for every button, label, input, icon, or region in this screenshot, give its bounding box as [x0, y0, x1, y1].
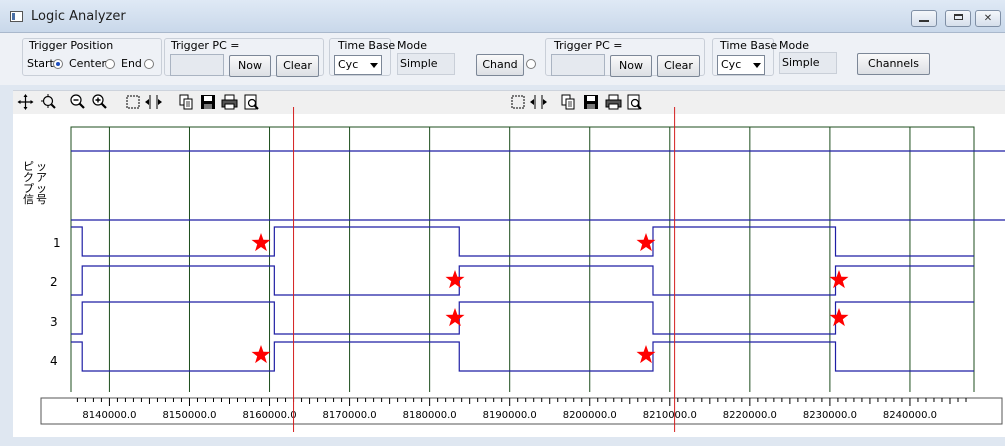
- channel-4-label: 4: [50, 354, 58, 368]
- now-button-left[interactable]: Now: [229, 55, 271, 77]
- copy-icon[interactable]: [177, 93, 196, 111]
- maximize-button[interactable]: [945, 10, 971, 27]
- time-base-value-right: Cyc: [721, 58, 742, 71]
- pickup-signal-a: [71, 150, 1005, 152]
- clear-button-right[interactable]: Clear: [657, 55, 700, 77]
- mode-label-right: Mode: [779, 39, 809, 52]
- mode-value-left: Simple: [397, 53, 455, 75]
- move-icon[interactable]: [16, 93, 35, 111]
- control-bar: Trigger Position Start Center End Trigge…: [0, 33, 1005, 85]
- channel-1-label: 1: [53, 236, 61, 250]
- traces: [71, 150, 1005, 372]
- clear-button-left[interactable]: Clear: [276, 55, 319, 77]
- pickup-signal-b: [71, 219, 1005, 221]
- window-title: Logic Analyzer: [31, 9, 126, 24]
- center-radio[interactable]: [105, 59, 115, 69]
- start-label: Start: [27, 57, 54, 70]
- trigger-pc-label-right: Trigger PC =: [554, 39, 623, 52]
- end-radio[interactable]: [144, 59, 154, 69]
- axis-tick-label: 8190000.0: [483, 410, 537, 421]
- axis-tick-label: 8170000.0: [323, 410, 377, 421]
- trigger-pc-group-right: Trigger PC = Now Clear: [545, 38, 705, 77]
- axis-tick-label: 8240000.0: [883, 410, 937, 421]
- app-icon: [10, 11, 23, 22]
- chand-radio[interactable]: [526, 59, 536, 69]
- marker-star: [251, 345, 271, 364]
- time-base-label-left: Time Base: [338, 39, 396, 52]
- time-base-select-right[interactable]: Cyc: [717, 55, 765, 75]
- chevron-down-icon: [753, 63, 761, 68]
- zoom-in-icon[interactable]: [90, 93, 109, 111]
- title-bar: Logic Analyzer ✕: [0, 0, 1005, 33]
- marker-star: [445, 308, 465, 327]
- axis-tick-label: 8200000.0: [563, 410, 617, 421]
- axis-tick-label: 8180000.0: [403, 410, 457, 421]
- channel-3-label: 3: [50, 315, 58, 329]
- chevron-down-icon: [370, 63, 378, 68]
- channel-4-trace: [71, 341, 974, 372]
- chand-button[interactable]: Chand: [476, 54, 524, 76]
- axis-tick-label: 8220000.0: [723, 410, 777, 421]
- time-axis: 8140000.0 8150000.0 8160000.0 8170000.0 8180…: [13, 392, 1005, 437]
- marker-star: [445, 270, 465, 289]
- expand-icon[interactable]: [529, 93, 548, 111]
- start-radio[interactable]: [53, 59, 63, 69]
- axis-tick-label: 8160000.0: [242, 410, 296, 421]
- save-icon[interactable]: [199, 93, 218, 111]
- pickup-signal-label: ピック アップ信号: [23, 160, 47, 206]
- center-label: Center: [69, 57, 107, 70]
- select-icon[interactable]: [124, 93, 143, 111]
- time-base-select-left[interactable]: Cyc: [334, 55, 382, 75]
- axis-tick-label: 8150000.0: [162, 410, 216, 421]
- time-base-group-left: Time Base Cyc: [329, 38, 395, 76]
- save-icon[interactable]: [582, 93, 601, 111]
- channel-2-label: 2: [50, 275, 58, 289]
- now-button-right[interactable]: Now: [610, 55, 652, 77]
- toolbar: [13, 90, 1005, 114]
- axis-tick-label: 8230000.0: [803, 410, 857, 421]
- trigger-pc-field-right[interactable]: [551, 54, 605, 76]
- waveform-svg: ピック アップ信号 1 2 3 4: [23, 126, 1005, 392]
- maximize-icon: [953, 14, 963, 20]
- expand-icon[interactable]: [144, 93, 163, 111]
- marker-star: [829, 308, 849, 327]
- time-base-value-left: Cyc: [338, 58, 359, 71]
- mode-value-right: Simple: [779, 52, 837, 74]
- pickup-signal-label-text: ピック アップ信号: [23, 160, 47, 206]
- axis-tick-label: 8210000.0: [643, 410, 697, 421]
- status-bar: [0, 437, 1005, 446]
- print-icon[interactable]: [604, 93, 623, 111]
- axis-tick-label: 8140000.0: [82, 410, 136, 421]
- copy-icon[interactable]: [559, 93, 578, 111]
- print-preview-icon[interactable]: [242, 93, 261, 111]
- time-base-group-right: Time Base Cyc: [712, 38, 778, 76]
- channel-1-trace: [71, 226, 974, 257]
- trigger-position-label: Trigger Position: [29, 39, 114, 52]
- zoom-out-icon[interactable]: [68, 93, 87, 111]
- close-icon: ✕: [983, 13, 993, 24]
- trigger-pc-field-left[interactable]: [170, 54, 224, 76]
- minimize-button[interactable]: [911, 10, 937, 27]
- trigger-pc-label-left: Trigger PC =: [171, 39, 240, 52]
- trigger-position-group: Trigger Position Start Center End: [22, 38, 162, 76]
- waveform-area[interactable]: ピック アップ信号 1 2 3 4: [13, 114, 1005, 392]
- trigger-pc-group-left: Trigger PC = Now Clear: [164, 38, 324, 77]
- channels-button[interactable]: Channels: [857, 53, 930, 75]
- grid: [70, 126, 975, 392]
- print-preview-icon[interactable]: [625, 93, 644, 111]
- mode-label-left: Mode: [397, 39, 427, 52]
- zoom-fit-icon[interactable]: [39, 93, 58, 111]
- print-icon[interactable]: [220, 93, 239, 111]
- minimize-icon: [919, 20, 929, 22]
- select-icon[interactable]: [509, 93, 528, 111]
- time-base-label-right: Time Base: [720, 39, 778, 52]
- time-axis-svg: 8140000.0 8150000.0 8160000.0 8170000.0 8180…: [40, 397, 1003, 425]
- markers: [251, 233, 849, 364]
- close-button[interactable]: ✕: [975, 10, 1001, 27]
- marker-star: [251, 233, 271, 252]
- marker-star: [829, 270, 849, 289]
- end-label: End: [121, 57, 142, 70]
